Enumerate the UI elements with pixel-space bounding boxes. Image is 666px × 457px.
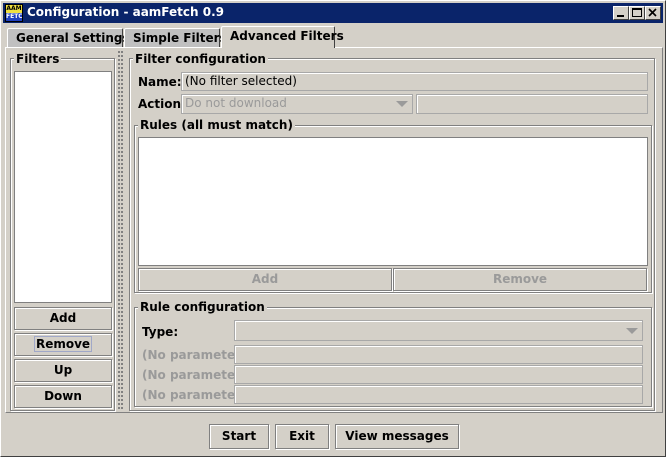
maximize-icon [632, 8, 642, 17]
filters-list[interactable] [14, 71, 112, 303]
window-title: Configuration - aamFetch 0.9 [27, 5, 224, 19]
rules-group-title: Rules (all must match) [138, 118, 295, 132]
rule-type-dropdown[interactable] [234, 320, 643, 341]
type-label: Type: [142, 325, 179, 339]
rules-remove-button[interactable]: Remove [393, 268, 647, 291]
filter-name-field[interactable]: (No filter selected) [181, 72, 648, 91]
filters-group-title: Filters [14, 52, 62, 66]
parameter-2-field[interactable] [234, 365, 643, 384]
filters-remove-button[interactable]: Remove [14, 333, 112, 356]
exit-button[interactable]: Exit [275, 424, 329, 449]
action-dropdown[interactable]: Do not download [181, 94, 413, 114]
title-bar[interactable]: AAM FETCH Configuration - aamFetch 0.9 [3, 3, 663, 23]
filters-add-button[interactable]: Add [14, 307, 112, 330]
configuration-window: AAM FETCH Configuration - aamFetch 0.9 G… [0, 0, 666, 457]
parameter-3-field[interactable] [234, 385, 643, 404]
close-button[interactable] [645, 6, 661, 20]
view-messages-button[interactable]: View messages [335, 424, 459, 449]
filters-up-button[interactable]: Up [14, 359, 112, 382]
rules-add-button[interactable]: Add [138, 268, 392, 291]
parameter-1-field[interactable] [234, 345, 643, 364]
parameter-1-label: (No parameter) [142, 348, 247, 362]
minimize-icon [617, 15, 624, 17]
chevron-down-icon [626, 328, 638, 334]
minimize-button[interactable] [613, 6, 629, 20]
maximize-button[interactable] [629, 6, 645, 20]
splitter-handle[interactable] [116, 51, 124, 413]
rule-configuration-title: Rule configuration [138, 300, 267, 314]
tab-advanced-filters[interactable]: Advanced Filters [221, 26, 344, 48]
aamfetch-app-icon: AAM FETCH [5, 4, 23, 22]
close-icon [648, 8, 657, 17]
action-parameter-field[interactable] [416, 94, 648, 114]
tab-simple-filters[interactable]: Simple Filters [124, 28, 227, 48]
filters-down-button[interactable]: Down [14, 385, 112, 408]
start-button[interactable]: Start [209, 424, 269, 449]
rules-list[interactable] [138, 137, 648, 266]
filter-configuration-title: Filter configuration [133, 52, 268, 66]
parameter-2-label: (No parameter) [142, 368, 247, 382]
chevron-down-icon [396, 101, 408, 107]
action-label: Action: [138, 97, 186, 111]
parameter-3-label: (No parameter) [142, 388, 247, 402]
tab-general-settings[interactable]: General Settings [7, 28, 130, 48]
name-label: Name: [138, 75, 182, 89]
